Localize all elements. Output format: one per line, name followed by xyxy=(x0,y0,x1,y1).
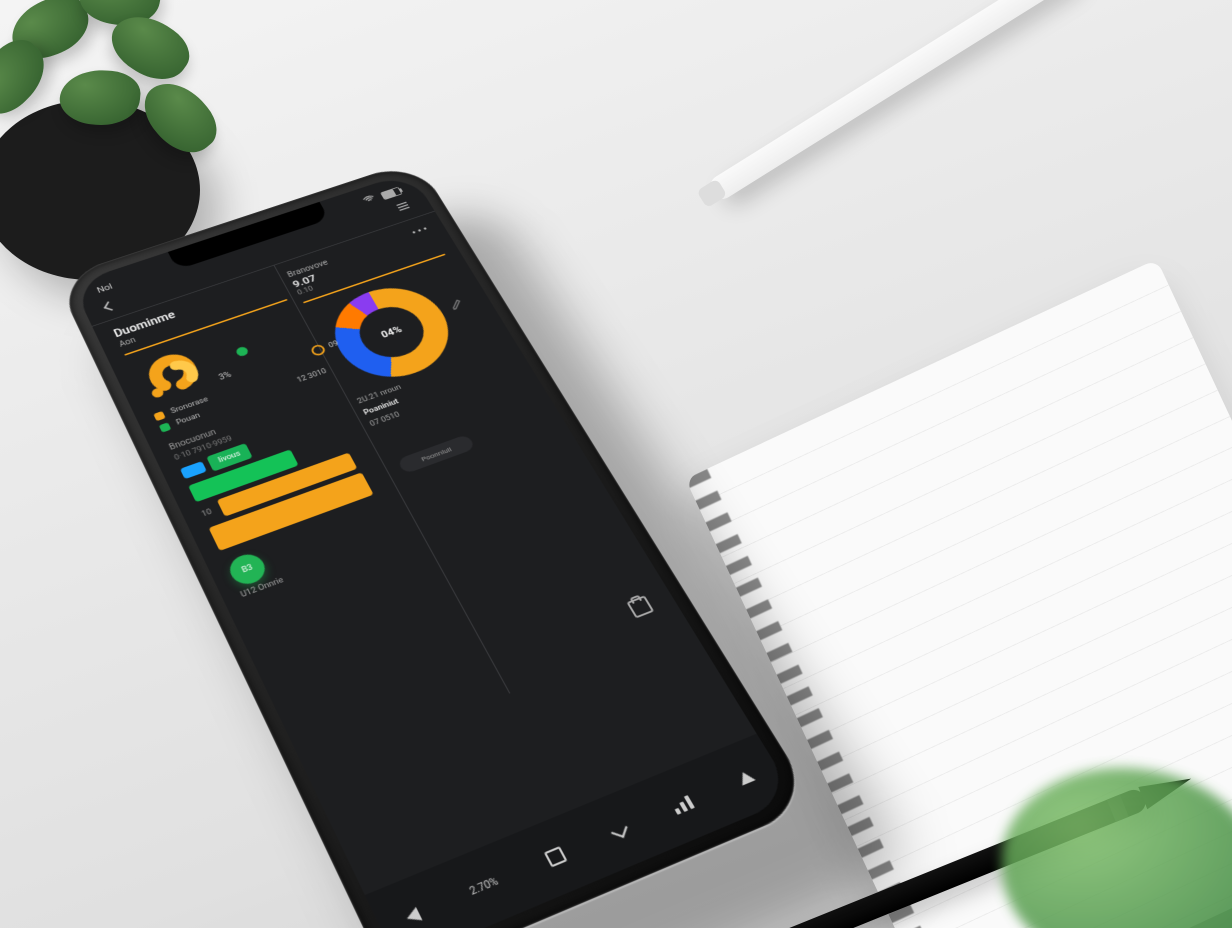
legend-swatch xyxy=(159,422,172,432)
donut-annotation: 09 xyxy=(309,339,340,358)
scene: Nol xyxy=(0,0,1232,928)
bar-segment xyxy=(180,461,207,479)
mini-chart-pct: 3% xyxy=(218,371,233,383)
nav-home-icon[interactable] xyxy=(544,846,568,867)
share-icon[interactable] xyxy=(626,595,654,618)
nav-down-icon[interactable] xyxy=(611,823,628,838)
bar-tick: 10 xyxy=(200,507,217,519)
wifi-icon xyxy=(362,194,378,206)
mini-chart-dot xyxy=(235,346,250,358)
nav-back-icon[interactable] xyxy=(404,907,423,925)
nav-stats-icon[interactable] xyxy=(669,793,695,815)
metric-caption: U12 Onnrie xyxy=(239,527,416,599)
metric-badge[interactable]: B3 xyxy=(225,550,270,588)
nav-up-icon[interactable] xyxy=(736,770,756,786)
edit-icon[interactable] xyxy=(447,297,464,310)
legend-label: Pouan xyxy=(175,412,202,427)
nav-center-label: 2.70% xyxy=(468,876,500,898)
overflow-icon[interactable]: ••• xyxy=(410,223,433,239)
header-menu-icon[interactable] xyxy=(395,200,413,214)
status-clock: Nol xyxy=(95,282,114,295)
back-icon[interactable] xyxy=(104,301,116,310)
battery-icon xyxy=(380,186,402,199)
legend-swatch xyxy=(153,411,166,421)
pen-prop-top xyxy=(706,0,1075,203)
